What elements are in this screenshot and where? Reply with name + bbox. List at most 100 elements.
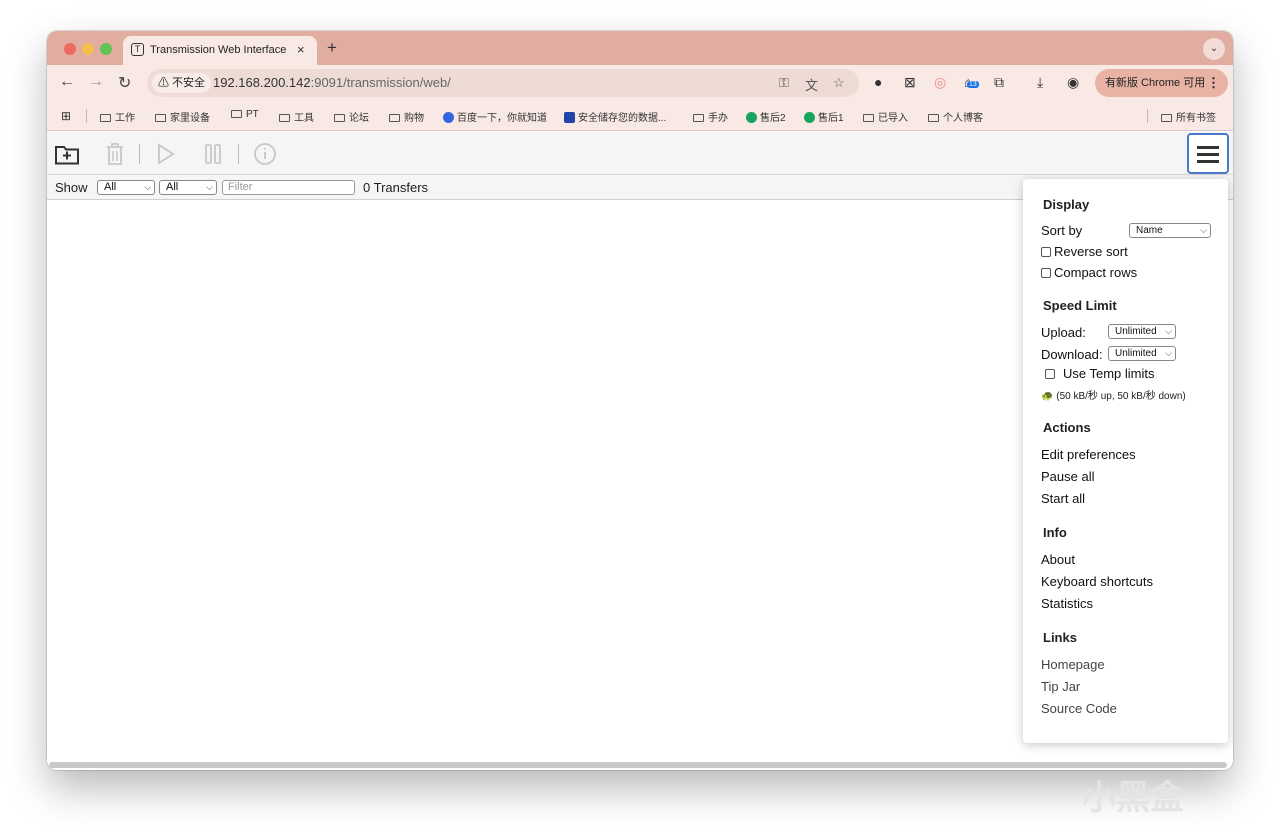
forward-arrow-icon[interactable]: → [88, 73, 104, 91]
open-torrent-icon[interactable] [53, 140, 81, 168]
edit-preferences-item[interactable]: Edit preferences [1041, 447, 1136, 462]
hamburger-bar [1197, 153, 1219, 156]
window-close-button[interactable] [64, 43, 76, 55]
compact-rows-checkbox[interactable]: Compact rows [1041, 265, 1137, 280]
baidu-icon [443, 112, 454, 123]
chevron-down-icon: ⌵ [1200, 225, 1207, 235]
site-icon [564, 112, 575, 123]
bookmark-item[interactable]: 个人博客 [928, 109, 983, 124]
url-text[interactable]: 192.168.200.142:9091/transmission/web/ [213, 75, 451, 90]
tab-search-chevron-icon[interactable]: ⌄ [1203, 38, 1225, 60]
apps-grid-icon[interactable]: ⊞ [61, 109, 71, 123]
key-icon[interactable]: ⚿ [779, 75, 789, 91]
extension-screenshot-icon[interactable]: ⊠ [904, 74, 916, 91]
folder-icon [279, 114, 290, 122]
folder-icon [155, 114, 166, 122]
bookmarks-divider [1147, 109, 1148, 123]
bookmark-item[interactable]: 购物 [389, 109, 424, 124]
info-header: Info [1043, 525, 1067, 540]
sort-by-select[interactable]: Name ⌵ [1129, 223, 1211, 238]
folder-icon [231, 110, 242, 118]
folder-icon [863, 114, 874, 122]
reload-icon[interactable]: ↻ [118, 73, 131, 93]
speed-limit-header: Speed Limit [1043, 298, 1117, 313]
filter-input[interactable]: Filter [222, 180, 355, 195]
download-limit-select[interactable]: Unlimited ⌵ [1108, 346, 1176, 361]
folder-icon [334, 114, 345, 122]
temp-limits-note: 🐢 (50 kB/秒 up, 50 kB/秒 down) [1041, 391, 1186, 402]
extensions-puzzle-icon[interactable]: ⧉ [994, 74, 1004, 91]
bookmark-item[interactable]: 已导入 [863, 109, 908, 124]
horizontal-scrollbar[interactable] [49, 762, 1227, 768]
bookmark-item[interactable]: 论坛 [334, 109, 369, 124]
more-menu-icon[interactable]: ⋮ [1207, 69, 1220, 97]
window-minimize-button[interactable] [82, 43, 94, 55]
tip-jar-link[interactable]: Tip Jar [1041, 679, 1080, 694]
source-code-link[interactable]: Source Code [1041, 701, 1117, 716]
pause-all-item[interactable]: Pause all [1041, 469, 1094, 484]
chevron-down-icon: ⌵ [1165, 348, 1172, 358]
keyboard-shortcuts-item[interactable]: Keyboard shortcuts [1041, 574, 1153, 589]
folder-icon [100, 114, 111, 122]
watermark-logo: 小黑盒 [1082, 779, 1184, 817]
tracker-filter-select[interactable]: All ⌵ [159, 180, 217, 195]
bookmark-item[interactable]: 家里设备 [155, 109, 210, 124]
tab-close-icon[interactable]: × [297, 42, 305, 57]
main-menu-button[interactable] [1187, 133, 1229, 174]
state-filter-select[interactable]: All ⌵ [97, 180, 155, 195]
temp-limits-checkbox[interactable]: Use Temp limits [1045, 366, 1155, 381]
bookmark-star-icon[interactable]: ☆ [833, 75, 845, 91]
statistics-item[interactable]: Statistics [1041, 596, 1093, 611]
update-label: 有新版 Chrome 可用 [1105, 77, 1206, 89]
globe-icon [804, 112, 815, 123]
translate-icon[interactable]: 文 [805, 75, 818, 94]
bookmark-item[interactable]: PT [231, 109, 259, 120]
profile-avatar-icon[interactable]: ◉ [1067, 74, 1079, 91]
browser-tab[interactable]: T Transmission Web Interface × [123, 36, 317, 65]
new-tab-button[interactable]: + [327, 38, 337, 58]
download-icon[interactable]: ⤓ [1037, 74, 1043, 91]
extension-ghost-icon[interactable]: ● [874, 74, 882, 90]
info-icon[interactable] [251, 140, 279, 168]
folder-icon [693, 114, 704, 122]
chrome-update-button[interactable]: 有新版 Chrome 可用 ⋮ [1095, 69, 1228, 97]
all-bookmarks-button[interactable]: 所有书签 [1161, 109, 1216, 124]
back-arrow-icon[interactable]: ← [59, 73, 75, 91]
pause-torrent-icon[interactable] [199, 140, 227, 168]
homepage-link[interactable]: Homepage [1041, 657, 1105, 672]
transfer-count: 0 Transfers [363, 180, 429, 195]
folder-icon [389, 114, 400, 122]
security-warning-chip[interactable]: ⚠ 不安全 [152, 73, 212, 93]
extension-badge: 13 [967, 81, 979, 88]
remove-torrent-icon[interactable] [101, 140, 129, 168]
toolbar-divider [139, 144, 140, 164]
bookmark-item[interactable]: 工作 [100, 109, 135, 124]
globe-icon [746, 112, 757, 123]
start-torrent-icon[interactable] [151, 140, 179, 168]
transmission-favicon-icon: T [131, 43, 144, 56]
bookmark-item[interactable]: 手办 [693, 109, 728, 124]
sort-by-label: Sort by [1041, 223, 1083, 238]
bookmark-item[interactable]: 售后1 [804, 109, 844, 124]
start-all-item[interactable]: Start all [1041, 491, 1085, 506]
turtle-icon: 🐢 [1041, 391, 1054, 402]
transmission-toolbar [47, 132, 1233, 175]
window-maximize-button[interactable] [100, 43, 112, 55]
about-item[interactable]: About [1041, 552, 1075, 567]
download-label: Download: [1041, 347, 1103, 362]
bookmark-item[interactable]: 安全储存您的数据... [564, 109, 666, 124]
address-bar[interactable]: ⚠ 不安全 192.168.200.142:9091/transmission/… [147, 69, 859, 97]
bookmark-item[interactable]: 工具 [279, 109, 314, 124]
transmission-page: Show All ⌵ All ⌵ Filter 0 Transfers Displa… [47, 132, 1233, 770]
extension-pink-icon[interactable]: ◎ [934, 74, 946, 91]
browser-toolbar: ← → ↻ ⚠ 不安全 192.168.200.142:9091/transmi… [47, 65, 1233, 101]
bookmarks-divider [86, 109, 87, 123]
reverse-sort-checkbox[interactable]: Reverse sort [1041, 244, 1128, 259]
bookmark-item[interactable]: 售后2 [746, 109, 786, 124]
bookmark-item[interactable]: 百度一下，你就知道 [443, 109, 547, 124]
hamburger-bar [1197, 160, 1219, 163]
upload-limit-select[interactable]: Unlimited ⌵ [1108, 324, 1176, 339]
chevron-down-icon: ⌵ [1165, 326, 1172, 336]
desktop: T Transmission Web Interface × + ⌄ ← → ↻… [0, 0, 1280, 833]
toolbar-divider [238, 144, 239, 164]
